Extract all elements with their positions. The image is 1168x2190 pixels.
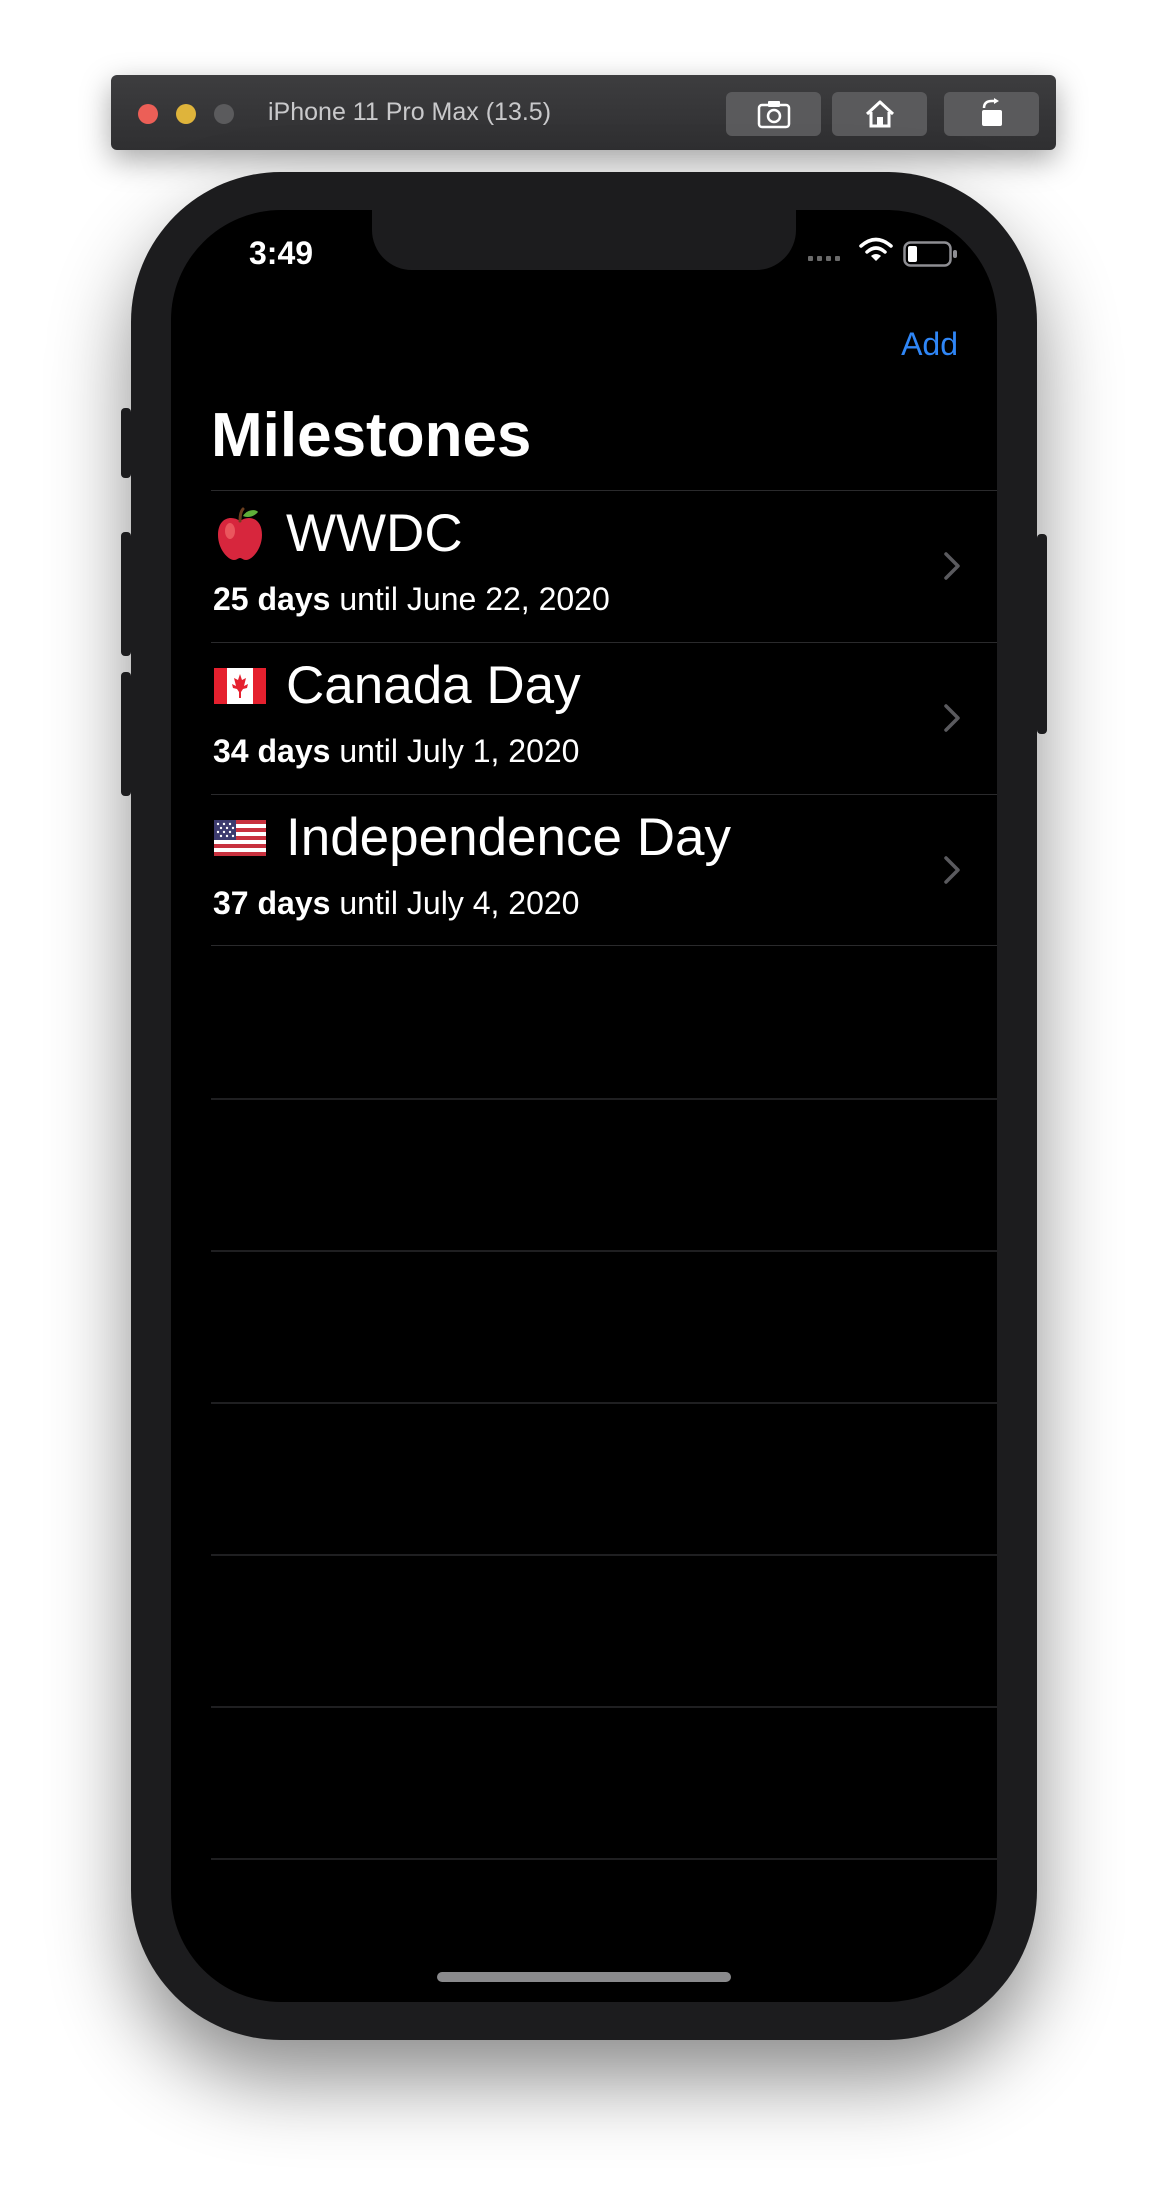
screenshot-button[interactable] (726, 92, 821, 136)
iphone-device-frame: 3:49 Add Milestones WWDC 25 days until J… (121, 172, 1047, 2040)
zoom-window-button[interactable] (214, 104, 234, 124)
close-window-button[interactable] (138, 104, 158, 124)
milestone-countdown: 25 days until June 22, 2020 (213, 581, 610, 618)
milestone-countdown: 37 days until July 4, 2020 (213, 885, 579, 922)
us-flag-icon (213, 811, 267, 865)
volume-down-button[interactable] (121, 672, 131, 796)
chevron-right-icon (944, 704, 960, 732)
rotate-icon (981, 98, 1002, 126)
silent-switch (121, 408, 131, 478)
apple-icon (213, 507, 267, 561)
canada-flag-icon (213, 659, 267, 713)
days-remaining: 37 days (213, 885, 331, 921)
simulator-title: iPhone 11 Pro Max (13.5) (268, 98, 552, 126)
empty-row-separator (211, 1706, 997, 1708)
empty-row-separator (211, 1098, 997, 1100)
milestone-date: until July 4, 2020 (330, 885, 580, 921)
milestone-title: WWDC (286, 504, 463, 563)
milestone-list: WWDC 25 days until June 22, 2020 Canada … (211, 490, 997, 946)
milestone-title: Canada Day (286, 656, 581, 715)
chevron-right-icon (944, 552, 960, 580)
list-item[interactable]: WWDC 25 days until June 22, 2020 (211, 490, 997, 642)
page-title: Milestones (211, 401, 532, 470)
cellular-signal-icon (808, 256, 840, 261)
simulator-title-bar: iPhone 11 Pro Max (13.5) (111, 75, 1056, 150)
battery-icon (903, 241, 957, 267)
list-item[interactable]: Canada Day 34 days until July 1, 2020 (211, 642, 997, 794)
wifi-icon (859, 237, 893, 261)
minimize-window-button[interactable] (176, 104, 196, 124)
milestone-countdown: 34 days until July 1, 2020 (213, 733, 579, 770)
milestone-date: until June 22, 2020 (330, 581, 610, 617)
milestone-title: Independence Day (286, 808, 731, 867)
chevron-right-icon (944, 856, 960, 884)
days-remaining: 25 days (213, 581, 331, 617)
empty-row-separator (211, 1554, 997, 1556)
volume-up-button[interactable] (121, 532, 131, 656)
empty-row-separator (211, 1402, 997, 1404)
rotate-button[interactable] (944, 92, 1039, 136)
home-icon (865, 100, 894, 128)
power-button[interactable] (1037, 534, 1047, 734)
notch (372, 210, 796, 270)
days-remaining: 34 days (213, 733, 331, 769)
list-item[interactable]: Independence Day 37 days until July 4, 2… (211, 794, 997, 946)
empty-row-separator (211, 1858, 997, 1860)
screenshot-icon (757, 101, 790, 129)
home-button[interactable] (832, 92, 927, 136)
home-indicator[interactable] (437, 1972, 731, 1982)
device-screen: 3:49 Add Milestones WWDC 25 days until J… (171, 210, 997, 2002)
status-time: 3:49 (249, 235, 314, 271)
empty-row-separator (211, 1250, 997, 1252)
milestone-date: until July 1, 2020 (330, 733, 580, 769)
add-button[interactable]: Add (901, 326, 958, 363)
